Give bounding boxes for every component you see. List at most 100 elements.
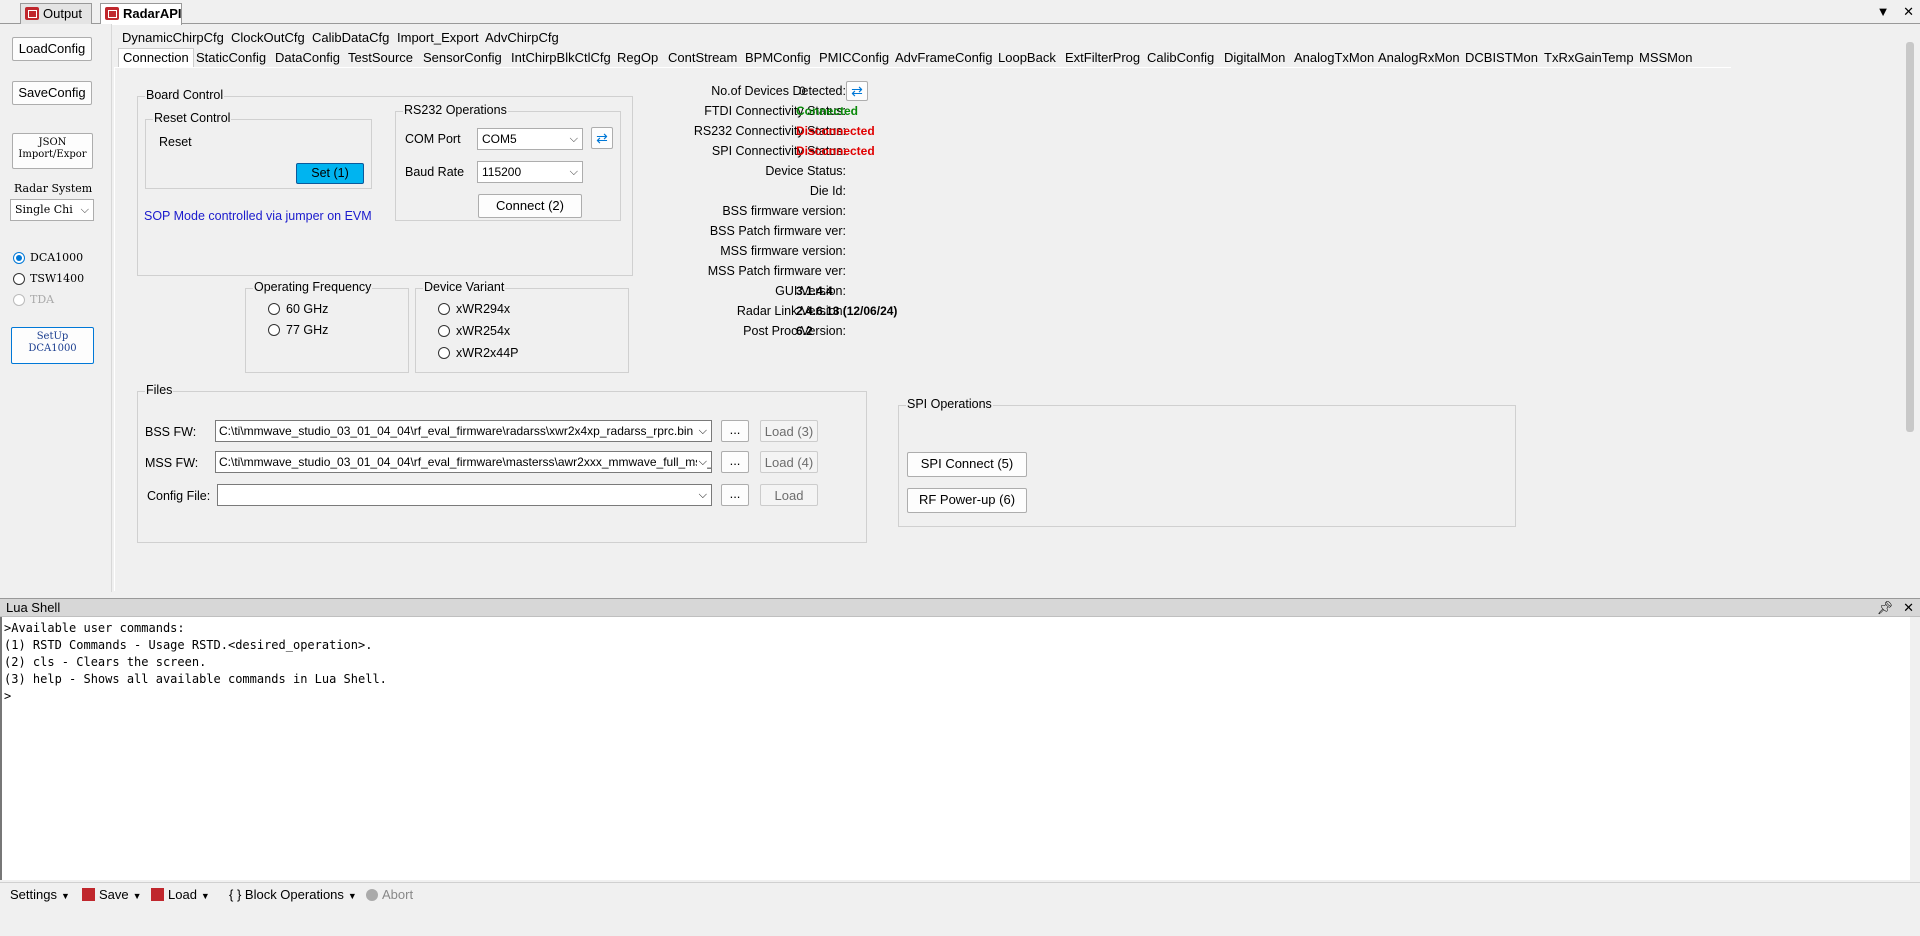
bss-browse-button[interactable]: ... — [721, 420, 749, 442]
mss-fw-path-select[interactable]: C:\ti\mmwave_studio_03_01_04_04\rf_eval_… — [215, 451, 712, 473]
tab-calib-data-cfg[interactable]: CalibDataCfg — [312, 29, 389, 47]
ftdi-status-value: Connected — [796, 104, 859, 118]
set-reset-button[interactable]: Set (1) — [296, 163, 364, 184]
tab-calib-config[interactable]: CalibConfig — [1147, 49, 1214, 67]
config-file-label: Config File: — [147, 489, 211, 503]
lua-shell-controls: 📌︎ ✕ — [1867, 599, 1914, 617]
load-config-button[interactable]: LoadConfig — [12, 37, 92, 61]
tab-output[interactable]: Output — [20, 3, 92, 24]
mss-firmware-label: MSS firmware version: — [720, 244, 846, 258]
load-mss-button[interactable]: Load (4) — [760, 451, 818, 473]
settings-menu[interactable]: Settings ▼ — [10, 883, 70, 908]
dropdown-arrow-icon[interactable]: ▼ — [1877, 4, 1890, 19]
freq-77ghz-radio[interactable] — [268, 324, 280, 336]
close-icon[interactable]: ✕ — [1903, 4, 1914, 19]
reset-control-group: Reset Control Reset Set (1) — [145, 111, 372, 189]
tab-loop-back[interactable]: LoopBack — [998, 49, 1056, 67]
tab-analog-tx-mon[interactable]: AnalogTxMon — [1294, 49, 1374, 67]
chevron-down-icon: ⌵ — [696, 485, 707, 505]
tda-label: TDA — [30, 293, 55, 306]
json-import-export-button[interactable]: JSON Import/Expor — [12, 133, 93, 169]
radar-link-value: 2.4.6.13 (12/06/24) — [796, 304, 898, 318]
tab-dcbist-mon[interactable]: DCBISTMon — [1465, 49, 1538, 67]
config-tab-bar: DynamicChirpCfg ClockOutCfg CalibDataCfg… — [114, 24, 1920, 68]
save-config-button[interactable]: SaveConfig — [12, 81, 92, 105]
vertical-scrollbar[interactable] — [1906, 42, 1914, 432]
spi-operations-title: SPI Operations — [906, 397, 993, 411]
lua-shell-title: Lua Shell — [6, 600, 61, 615]
tab-connection[interactable]: Connection — [118, 48, 194, 68]
post-proc-label: Post Proc Version: — [743, 324, 846, 338]
com-port-select[interactable]: COM5 ⌵ — [477, 128, 583, 150]
tab-static-config[interactable]: StaticConfig — [196, 49, 266, 67]
spi-connect-button[interactable]: SPI Connect (5) — [907, 452, 1027, 477]
die-id-label: Die Id: — [809, 184, 846, 198]
tab-test-source[interactable]: TestSource — [348, 49, 413, 67]
variant-xwr2x44p-radio[interactable] — [438, 347, 450, 359]
setup-dca1000-button[interactable]: SetUp DCA1000 — [11, 327, 94, 364]
tab-analog-rx-mon[interactable]: AnalogRxMon — [1378, 49, 1460, 67]
bss-fw-path-select[interactable]: C:\ti\mmwave_studio_03_01_04_04\rf_eval_… — [215, 420, 712, 442]
bottom-strip — [0, 906, 1920, 936]
output-icon — [25, 7, 39, 20]
bss-firmware-label: BSS firmware version: — [722, 204, 846, 218]
freq-60ghz-radio[interactable] — [268, 303, 280, 315]
tab-radarapi[interactable]: RadarAPI — [100, 3, 182, 25]
bss-fw-label: BSS FW: — [145, 425, 197, 439]
load-config-file-button[interactable]: Load — [760, 484, 818, 506]
tab-dynamic-chirp-cfg[interactable]: DynamicChirpCfg — [122, 29, 224, 47]
chevron-down-icon: ▼ — [347, 891, 357, 901]
chevron-down-icon: ⌵ — [696, 452, 707, 472]
baud-rate-select[interactable]: 115200 ⌵ — [477, 161, 583, 183]
rs232-operations-title: RS232 Operations — [403, 103, 508, 117]
dca1000-radio[interactable] — [13, 252, 25, 264]
tab-adv-chirp-cfg[interactable]: AdvChirpCfg — [485, 29, 559, 47]
tsw1400-radio[interactable] — [13, 273, 25, 285]
tab-import-export[interactable]: Import_Export — [397, 29, 479, 47]
document-tab-strip: Output RadarAPI ▼ ✕ — [0, 0, 1920, 25]
refresh-icon[interactable]: ⇄ — [591, 127, 613, 149]
tab-reg-op[interactable]: RegOp — [617, 49, 658, 67]
rf-power-up-button[interactable]: RF Power-up (6) — [907, 488, 1027, 513]
mss-browse-button[interactable]: ... — [721, 451, 749, 473]
operating-frequency-title: Operating Frequency — [253, 280, 373, 294]
connection-panel: Board Control Reset Control Reset Set (1… — [114, 67, 1731, 591]
tab-adv-frame-config[interactable]: AdvFrameConfig — [895, 49, 993, 67]
tab-sensor-config[interactable]: SensorConfig — [423, 49, 502, 67]
tab-pmic-config[interactable]: PMICConfig — [819, 49, 889, 67]
tab-bpm-config[interactable]: BPMConfig — [745, 49, 811, 67]
device-variant-title: Device Variant — [423, 280, 506, 294]
close-icon[interactable]: ✕ — [1903, 600, 1914, 615]
abort-icon — [366, 889, 378, 901]
lua-scrollbar[interactable] — [1910, 617, 1920, 880]
board-control-group: Board Control Reset Control Reset Set (1… — [137, 88, 633, 276]
lua-shell-console[interactable]: >Available user commands: (1) RSTD Comman… — [0, 617, 1920, 880]
config-file-select[interactable]: ⌵ — [217, 484, 712, 506]
spi-operations-group: SPI Operations SPI Connect (5) RF Power-… — [898, 397, 1516, 527]
tab-int-chirp-blk-ctl-cfg[interactable]: IntChirpBlkCtlCfg — [511, 49, 611, 67]
tab-digital-mon[interactable]: DigitalMon — [1224, 49, 1285, 67]
console-prompt: > — [4, 689, 12, 703]
tab-cont-stream[interactable]: ContStream — [668, 49, 737, 67]
connect-button[interactable]: Connect (2) — [478, 194, 582, 218]
save-menu[interactable]: Save ▼ — [82, 883, 142, 908]
pin-icon[interactable]: 📌︎ — [1877, 600, 1894, 615]
config-browse-button[interactable]: ... — [721, 484, 749, 506]
mss-fw-label: MSS FW: — [145, 456, 199, 470]
variant-xwr294x-radio[interactable] — [438, 303, 450, 315]
tab-tx-rx-gain-temp[interactable]: TxRxGainTemp — [1544, 49, 1634, 67]
tab-ext-filter-prog[interactable]: ExtFilterProg — [1065, 49, 1140, 67]
block-operations-menu[interactable]: { } Block Operations ▼ — [229, 883, 357, 908]
tab-clock-out-cfg[interactable]: ClockOutCfg — [231, 29, 305, 47]
bss-patch-label: BSS Patch firmware ver: — [709, 224, 846, 238]
chevron-down-icon: ⌵ — [80, 203, 89, 216]
tab-mss-mon[interactable]: MSSMon — [1639, 49, 1692, 67]
load-bss-button[interactable]: Load (3) — [760, 420, 818, 442]
radar-system-select[interactable]: Single Chi ⌵ — [10, 199, 94, 221]
refresh-devices-icon[interactable]: ⇄ — [846, 81, 868, 101]
mss-patch-label: MSS Patch firmware ver: — [707, 264, 846, 278]
reset-label: Reset — [159, 135, 192, 149]
load-menu[interactable]: Load ▼ — [151, 883, 210, 908]
variant-xwr254x-radio[interactable] — [438, 325, 450, 337]
tab-data-config[interactable]: DataConfig — [275, 49, 340, 67]
